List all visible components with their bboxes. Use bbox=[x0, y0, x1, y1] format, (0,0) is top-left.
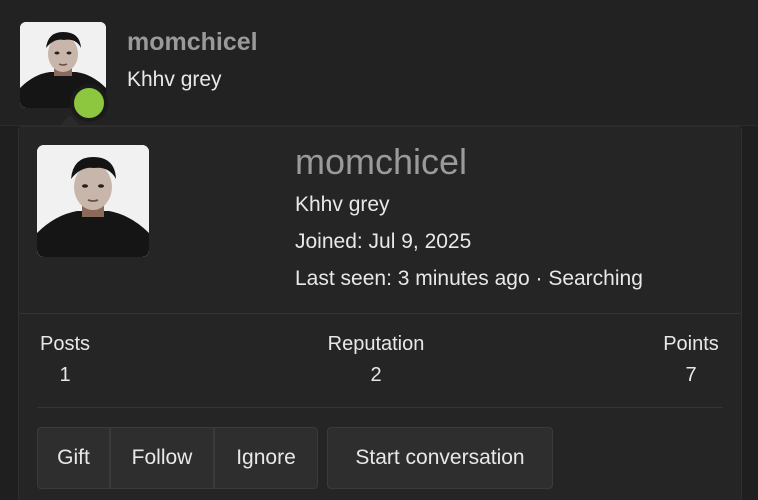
start-conversation-button[interactable]: Start conversation bbox=[327, 427, 553, 489]
card-username[interactable]: momchicel bbox=[295, 141, 467, 183]
card-user-title: Khhv grey bbox=[295, 193, 390, 216]
profile-page: momchicel Khhv grey momchicel Khhv grey … bbox=[0, 0, 758, 500]
avatar-portrait-icon bbox=[37, 145, 149, 257]
member-stats: Posts 1 Reputation 2 Points 7 bbox=[19, 313, 741, 408]
follow-button[interactable]: Follow bbox=[110, 427, 214, 489]
header-user-title: Khhv grey bbox=[127, 68, 222, 91]
member-tooltip-card: momchicel Khhv grey Joined: Jul 9, 2025 … bbox=[18, 126, 742, 500]
stat-label: Points bbox=[663, 333, 719, 355]
stat-reputation[interactable]: Reputation 2 bbox=[324, 333, 428, 387]
card-joined-date: Joined: Jul 9, 2025 bbox=[295, 230, 472, 253]
profile-header: momchicel Khhv grey bbox=[0, 0, 758, 126]
card-avatar[interactable] bbox=[37, 145, 149, 257]
stat-label: Posts bbox=[39, 333, 91, 355]
stat-value: 7 bbox=[685, 364, 697, 386]
stat-value: 2 bbox=[370, 364, 382, 386]
stat-points[interactable]: Points 7 bbox=[659, 333, 723, 387]
section-divider bbox=[37, 407, 723, 408]
card-last-seen: Last seen: 3 minutes ago · Searching bbox=[295, 267, 643, 290]
stat-value: 1 bbox=[59, 364, 71, 386]
stat-label: Reputation bbox=[327, 333, 425, 355]
card-profile-section: momchicel Khhv grey Joined: Jul 9, 2025 … bbox=[19, 127, 741, 314]
stat-posts[interactable]: Posts 1 bbox=[37, 333, 93, 387]
header-username[interactable]: momchicel bbox=[127, 28, 258, 57]
ignore-button[interactable]: Ignore bbox=[214, 427, 318, 489]
gift-button[interactable]: Gift bbox=[37, 427, 110, 489]
